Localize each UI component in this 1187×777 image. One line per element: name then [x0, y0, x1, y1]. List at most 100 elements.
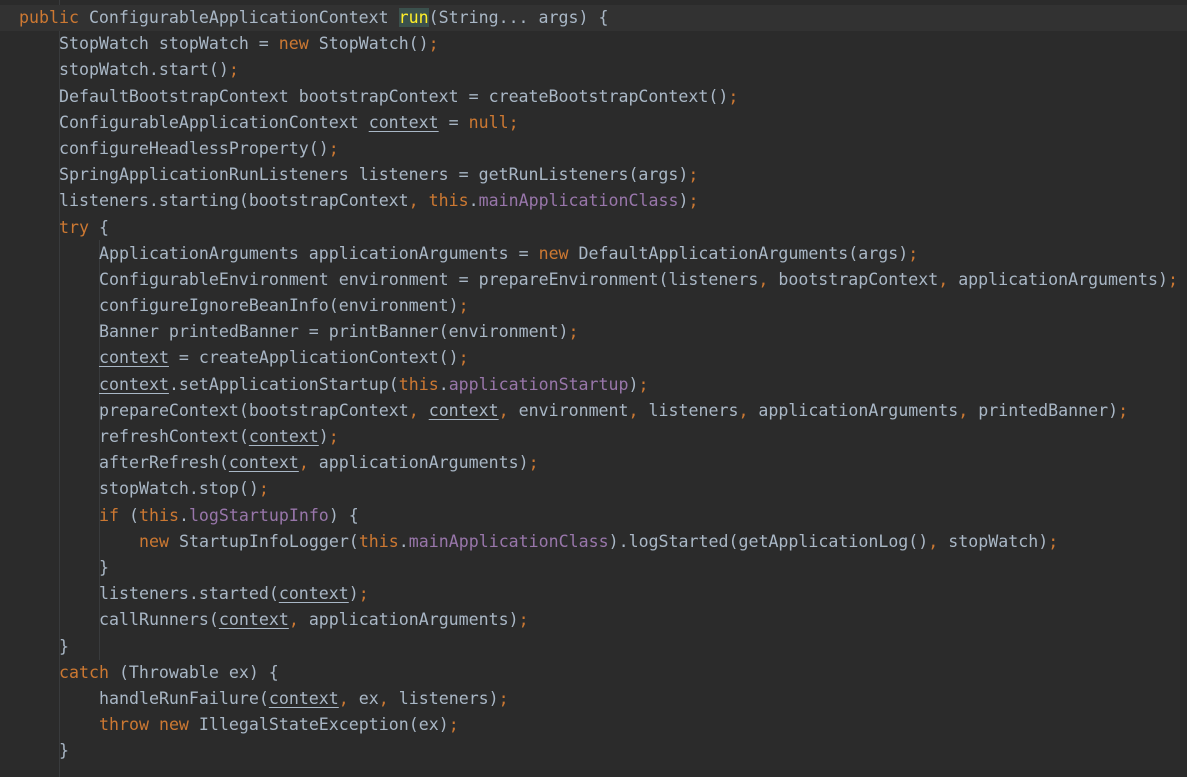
code-line[interactable]: context = createApplicationContext(); — [19, 345, 1178, 371]
code-token: ; — [508, 112, 519, 132]
code-editor[interactable]: public ConfigurableApplicationContext ru… — [0, 0, 1187, 777]
code-token: stopWatch.stop() — [99, 479, 259, 499]
code-token: , — [758, 269, 769, 289]
code-line[interactable]: prepareContext(bootstrapContext, context… — [19, 398, 1178, 424]
code-token: handleRunFailure( — [99, 688, 269, 708]
code-token: ; — [1168, 269, 1178, 289]
code-line[interactable]: stopWatch.start(); — [19, 57, 1178, 83]
code-token: applicationArguments) — [298, 610, 519, 630]
code-token: context — [99, 374, 169, 394]
code-token: ; — [638, 374, 649, 394]
code-token: ; — [358, 584, 369, 604]
code-token: environment — [508, 400, 629, 420]
code-token: ConfigurableApplicationContext — [59, 112, 369, 132]
code-token: configureHeadlessProperty() — [59, 138, 329, 158]
code-line[interactable]: ApplicationArguments applicationArgument… — [19, 241, 1178, 267]
code-token: printedBanner) — [968, 400, 1119, 420]
code-token: logStartupInfo — [188, 505, 329, 525]
code-token: ) — [678, 191, 689, 211]
code-line[interactable]: refreshContext(context); — [19, 424, 1178, 450]
code-line[interactable]: throw new IllegalStateException(ex); — [19, 712, 1178, 738]
code-token: Banner printedBanner = printBanner(envir… — [99, 322, 569, 342]
code-token: , — [298, 453, 309, 473]
code-token: context — [99, 348, 169, 368]
code-line[interactable]: handleRunFailure(context, ex, listeners)… — [19, 686, 1178, 712]
code-line[interactable]: } — [19, 555, 1178, 581]
code-token: this — [428, 191, 469, 211]
code-token: ) { — [328, 505, 359, 525]
code-token: try — [59, 217, 89, 237]
code-token: = — [438, 112, 469, 132]
code-token: { — [88, 217, 109, 237]
code-token: context — [248, 427, 319, 446]
code-token: = createApplicationContext() — [168, 348, 459, 368]
code-token: , — [338, 688, 349, 708]
code-line[interactable]: DefaultBootstrapContext bootstrapContext… — [19, 84, 1178, 110]
code-line[interactable]: ConfigurableApplicationContext context =… — [19, 110, 1178, 136]
code-token: ApplicationArguments applicationArgument… — [99, 243, 539, 263]
code-token: bootstrapContext — [768, 269, 939, 289]
code-line[interactable]: configureHeadlessProperty(); — [19, 136, 1178, 162]
code-token: ; — [428, 34, 439, 54]
code-line[interactable]: public ConfigurableApplicationContext ru… — [0, 5, 1187, 32]
code-token: ; — [1118, 400, 1129, 420]
code-token: throw — [99, 715, 149, 735]
code-token: if — [99, 505, 119, 525]
code-line[interactable]: } — [19, 738, 1178, 764]
code-token: context — [368, 112, 439, 132]
code-token: } — [59, 741, 69, 761]
code-token: StartupInfoLogger( — [168, 531, 359, 551]
code-token: callRunners( — [99, 610, 219, 630]
code-token: applicationArguments) — [308, 453, 529, 473]
code-token: ; — [448, 715, 459, 735]
code-token: ; — [328, 427, 339, 446]
code-token: DefaultBootstrapContext bootstrapContext… — [59, 86, 729, 106]
code-line[interactable]: catch (Throwable ex) { — [19, 660, 1178, 686]
code-line[interactable]: new StartupInfoLogger(this.mainApplicati… — [19, 529, 1178, 555]
code-token: new — [158, 715, 189, 735]
code-token: applicationArguments) — [948, 269, 1168, 289]
code-token: DefaultApplicationArguments(args) — [568, 243, 909, 263]
code-token: catch — [59, 662, 109, 682]
code-token: context — [428, 400, 499, 420]
code-line[interactable]: StopWatch stopWatch = new StopWatch(); — [19, 31, 1178, 57]
code-area[interactable]: public ConfigurableApplicationContext ru… — [0, 5, 1187, 764]
code-line[interactable]: SpringApplicationRunListeners listeners … — [19, 162, 1178, 188]
code-line[interactable]: stopWatch.stop(); — [19, 476, 1178, 502]
code-token: StopWatch stopWatch = — [59, 34, 279, 54]
code-token: , — [378, 688, 389, 708]
code-token: ; — [458, 348, 469, 368]
code-line[interactable]: } — [19, 634, 1178, 660]
code-line[interactable]: configureIgnoreBeanInfo(environment); — [19, 293, 1178, 319]
code-line[interactable]: callRunners(context, applicationArgument… — [19, 607, 1178, 633]
code-token: . — [438, 374, 449, 394]
code-line[interactable]: ConfigurableEnvironment environment = pr… — [19, 267, 1178, 293]
code-token: refreshContext( — [99, 427, 249, 446]
code-token: ; — [328, 138, 339, 158]
code-token: listeners.starting(bootstrapContext — [59, 191, 409, 211]
code-token: run — [398, 8, 429, 27]
code-line[interactable]: afterRefresh(context, applicationArgumen… — [19, 450, 1178, 476]
code-line[interactable]: if (this.logStartupInfo) { — [19, 503, 1178, 529]
code-token: new — [278, 34, 309, 54]
code-line[interactable]: context.setApplicationStartup(this.appli… — [19, 372, 1178, 398]
code-token: , — [928, 531, 939, 551]
code-line[interactable]: listeners.starting(bootstrapContext, thi… — [19, 188, 1178, 214]
code-line[interactable]: Banner printedBanner = printBanner(envir… — [19, 319, 1178, 345]
code-token: StopWatch() — [308, 34, 429, 54]
code-token: new — [139, 531, 169, 551]
code-token: , — [498, 400, 509, 420]
code-token: ; — [688, 165, 699, 185]
code-token: SpringApplicationRunListeners listeners … — [59, 165, 689, 185]
code-token: ex — [348, 688, 379, 708]
code-token: ; — [908, 243, 919, 263]
code-token: new — [538, 243, 569, 263]
code-line[interactable]: listeners.started(context); — [19, 581, 1178, 607]
code-token: this — [138, 505, 179, 525]
code-token: , — [288, 610, 299, 630]
code-token: (String... args) { — [428, 8, 609, 27]
code-line[interactable]: try { — [19, 215, 1178, 241]
code-token: applicationArguments — [748, 400, 959, 420]
code-token: . — [178, 505, 189, 525]
